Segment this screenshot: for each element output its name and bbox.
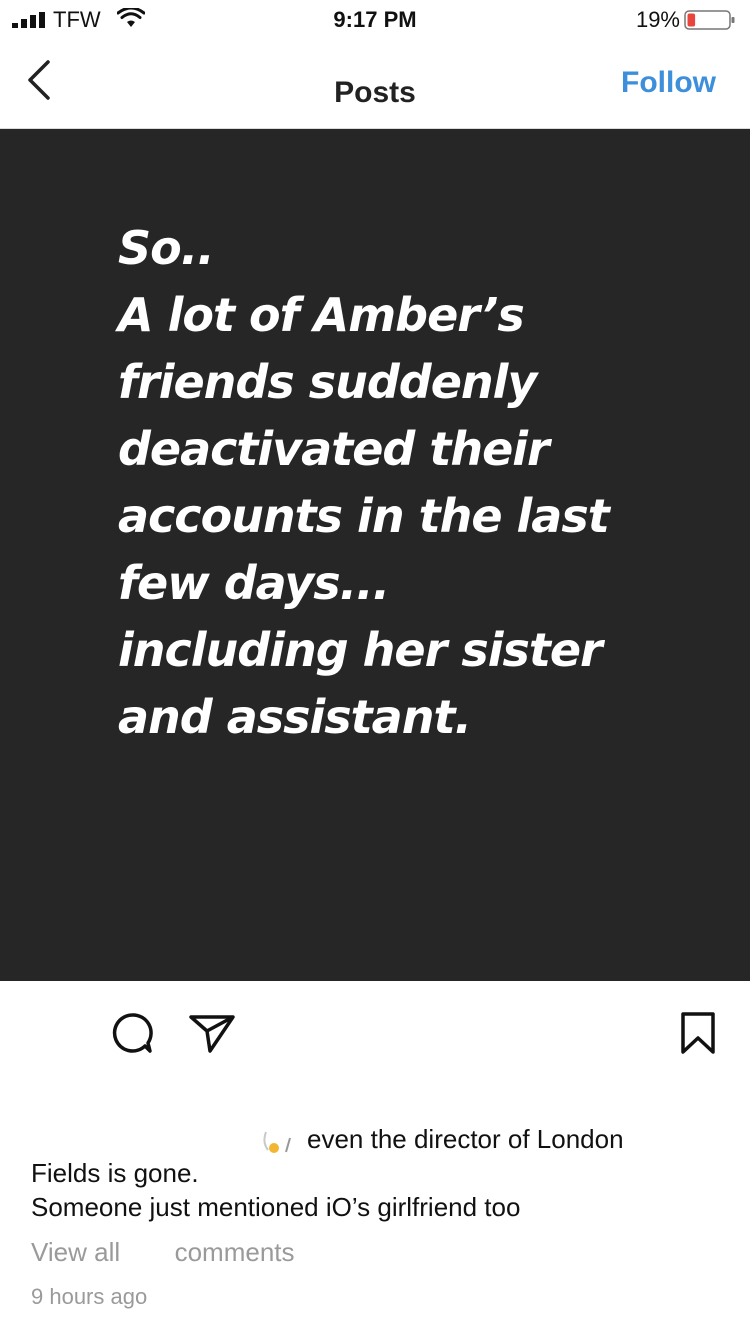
- navigation-bar: Posts Follow: [0, 40, 750, 129]
- post-image[interactable]: So.. A lot of Amber’s friends suddenly d…: [0, 129, 750, 981]
- instagram-post-screen: TFW 9:17 PM 19% Posts Follow So.. A lot …: [0, 0, 750, 1334]
- post-image-text-line: and assistant.: [118, 690, 472, 744]
- post-image-text-line: accounts in the last: [118, 489, 610, 543]
- status-bar: TFW 9:17 PM 19%: [0, 0, 750, 40]
- paper-plane-icon[interactable]: [188, 1011, 236, 1055]
- post-image-text-line: few days...: [118, 556, 390, 610]
- post-timestamp: 9 hours ago: [31, 1284, 148, 1309]
- bookmark-icon[interactable]: [678, 1011, 718, 1055]
- comments-label: comments: [174, 1237, 295, 1267]
- post-image-text-line: friends suddenly: [118, 355, 537, 409]
- caption-line: Someone just mentioned iO’s girlfriend t…: [31, 1192, 521, 1222]
- post-image-text-line: So..: [118, 221, 215, 275]
- battery-level-fill: [687, 13, 696, 27]
- post-image-text: So.. A lot of Amber’s friends suddenly d…: [118, 215, 718, 751]
- post-action-bar: [0, 981, 750, 1081]
- comment-bubble-icon[interactable]: [108, 1011, 156, 1055]
- post-image-text-line: including her sister: [118, 623, 603, 677]
- view-all-label: View all: [31, 1237, 121, 1267]
- caption-line: Fields is gone.: [31, 1158, 199, 1188]
- follow-button[interactable]: Follow: [621, 66, 716, 100]
- post-caption: even the director of London Fields is go…: [31, 1122, 711, 1224]
- post-image-text-line: deactivated their: [118, 422, 550, 476]
- battery-percent: 19%: [635, 7, 680, 32]
- caption-line: even the director of London: [307, 1124, 624, 1154]
- view-all-comments-link[interactable]: View all comments: [31, 1237, 295, 1268]
- post-image-text-line: A lot of Amber’s: [118, 288, 525, 342]
- battery-icon: [684, 10, 735, 30]
